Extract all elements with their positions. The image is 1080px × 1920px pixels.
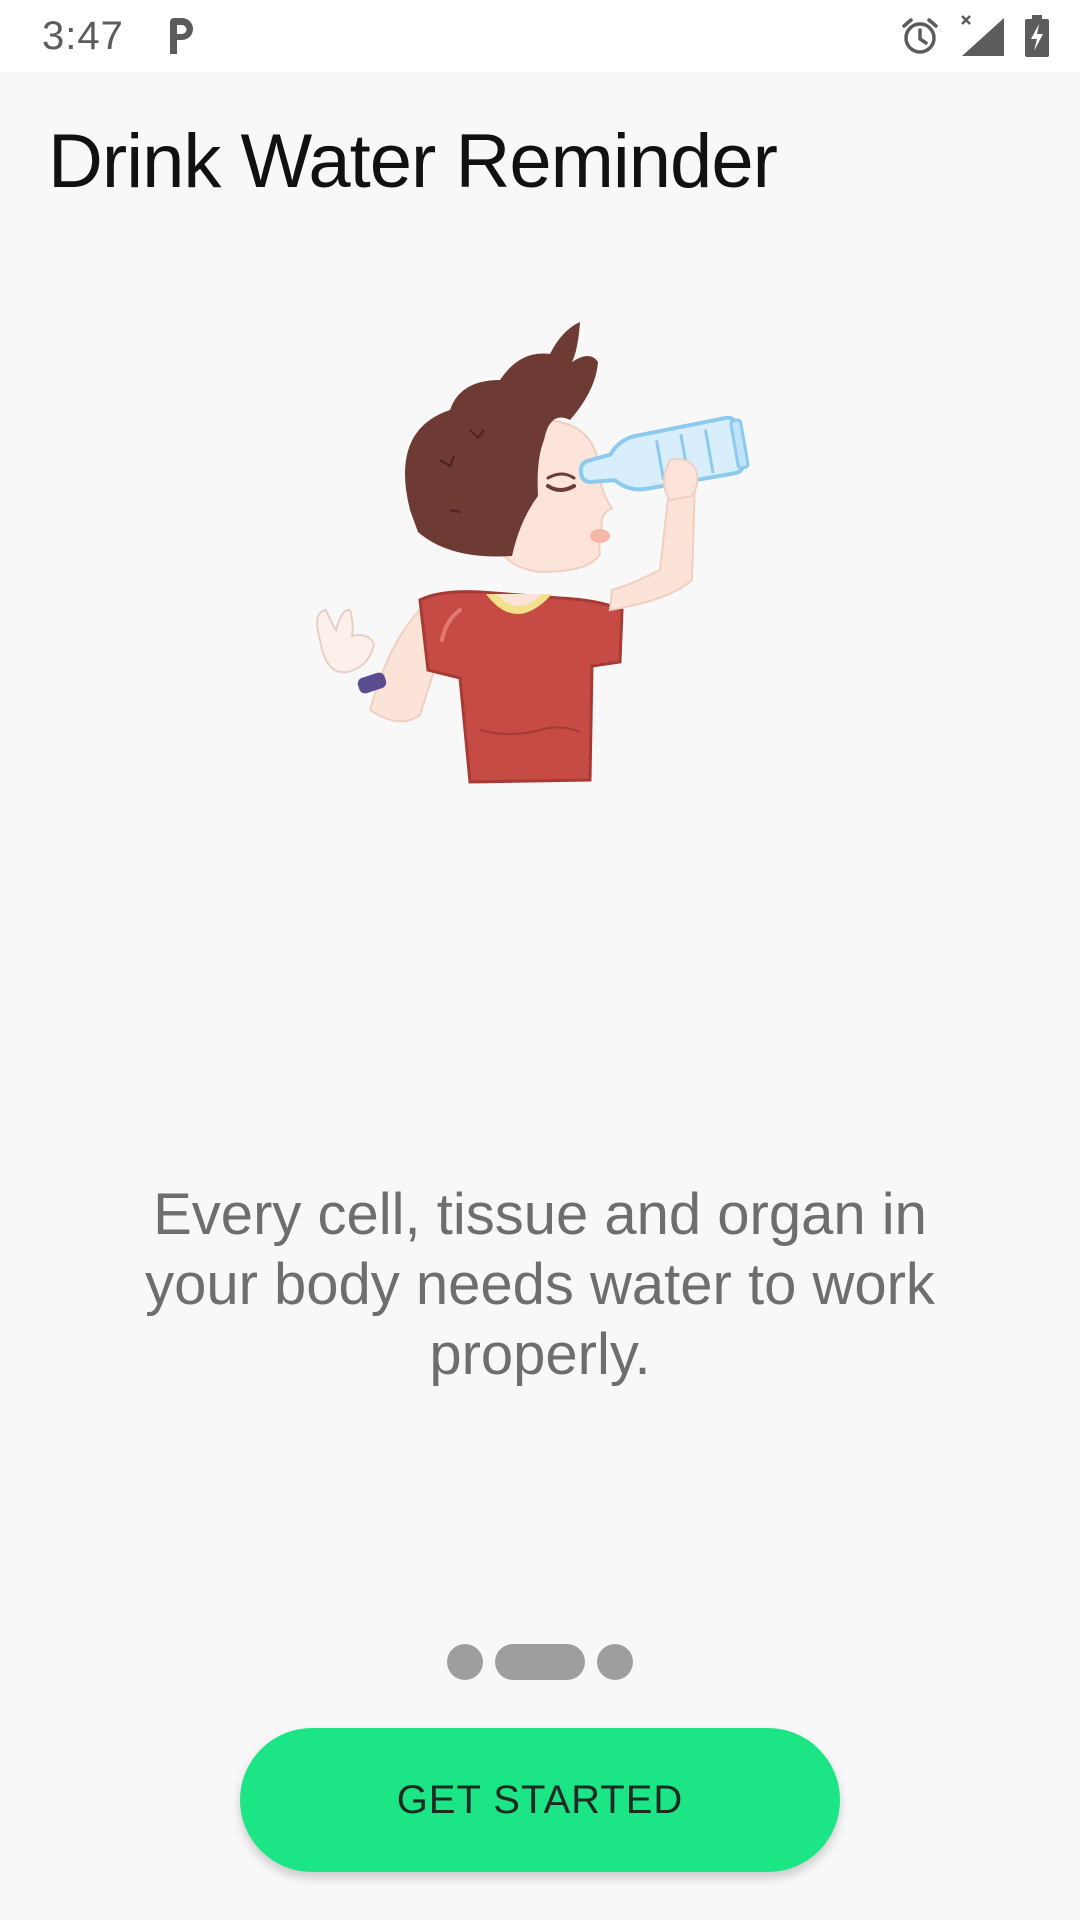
page-dot-3[interactable] <box>597 1644 633 1680</box>
page-dot-1[interactable] <box>447 1644 483 1680</box>
battery-charging-icon <box>1025 15 1049 57</box>
parking-app-icon <box>170 18 193 54</box>
boy-drinking-water-illustration <box>316 322 750 784</box>
no-signal-icon <box>961 15 1004 56</box>
status-time: 3:47 <box>42 14 124 58</box>
alarm-icon <box>902 18 938 54</box>
status-icons <box>900 12 1050 60</box>
page-indicator[interactable] <box>0 1644 1080 1680</box>
status-bar: 3:47 <box>0 0 1080 72</box>
app-title: Drink Water Reminder <box>48 119 778 204</box>
onboarding-message: Every cell, tissue and organ in your bod… <box>145 1182 935 1387</box>
get-started-button[interactable]: GET STARTED <box>240 1728 840 1872</box>
page-dot-2-active[interactable] <box>495 1644 585 1680</box>
